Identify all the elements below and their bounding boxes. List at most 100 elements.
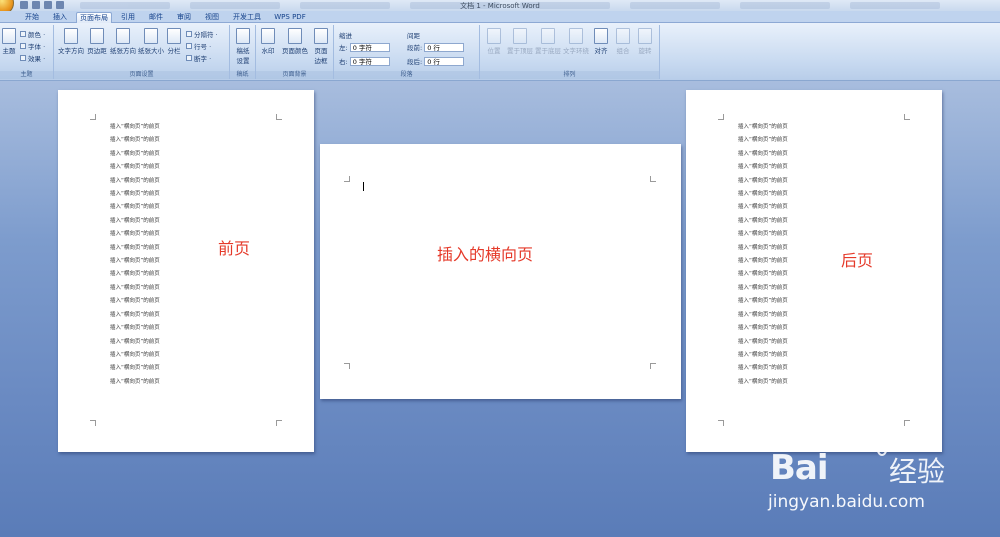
group-label-themes: 主题 (0, 71, 53, 79)
margin-corner-bl (344, 363, 350, 369)
align-button[interactable]: 对齐 (590, 28, 612, 55)
text-line: 插入“横向页”的前页 (110, 244, 160, 251)
indent-right-input[interactable]: 0 字符 (349, 56, 390, 66)
line-numbers-icon (186, 43, 192, 49)
page-after-annotation: 后页 (841, 251, 874, 270)
baidu-logo-text: Bai (770, 448, 829, 488)
draft-paper-icon (236, 28, 250, 44)
margins-button[interactable]: 页边距 (84, 28, 110, 55)
watermark-url: jingyan.baidu.com (768, 492, 925, 512)
text-line: 插入“横向页”的前页 (738, 244, 788, 251)
spacing-after-input[interactable]: 0 行 (424, 56, 465, 66)
bring-front-button[interactable]: 置于顶层 (506, 28, 534, 55)
spacing-after-label: 段后: (407, 58, 423, 66)
text-line: 插入“横向页”的前页 (738, 124, 788, 130)
margin-corner-tl (90, 114, 96, 120)
paper-size-icon (144, 28, 158, 44)
size-button[interactable]: 纸张大小 (136, 28, 166, 55)
send-back-button[interactable]: 置于底层 (534, 28, 562, 55)
jingyan-text: 经验 (889, 455, 946, 488)
group-label-arrange: 排列 (480, 71, 659, 79)
page-before[interactable]: 插入“横向页”的前页 插入“横向页”的前页 插入“横向页”的前页 插入“横向页”的前页… (58, 90, 314, 452)
columns-button[interactable]: 分栏 (164, 28, 184, 55)
tab-page-layout[interactable]: 页面布局 (76, 12, 112, 23)
tab-developer[interactable]: 开发工具 (230, 12, 264, 23)
breaks-button[interactable]: 分隔符 · (186, 29, 218, 39)
page-before-annotation: 前页 (218, 239, 251, 258)
text-line: 插入“横向页”的前页 (110, 325, 160, 332)
text-wrap-icon (569, 28, 583, 44)
text-line: 插入“横向页”的前页 (738, 284, 788, 291)
text-wrap-button[interactable]: 文字环绕 (562, 28, 590, 55)
indent-right-label: 右: (339, 58, 348, 66)
page-after[interactable]: 插入“横向页”的前页 插入“横向页”的前页 插入“横向页”的前页 插入“横向页”的前页… (686, 90, 942, 452)
page-borders-button[interactable]: 页面 边框 (309, 28, 333, 65)
text-line: 插入“横向页”的前页 (738, 177, 788, 184)
text-line: 插入“横向页”的前页 (738, 191, 788, 198)
paw-logo-icon (844, 430, 887, 456)
tab-home[interactable]: 开始 (22, 12, 42, 23)
tab-view[interactable]: 视图 (202, 12, 222, 23)
page-after-text: 插入“横向页”的前页 插入“横向页”的前页 插入“横向页”的前页 插入“横向页”的前页… (738, 121, 788, 389)
text-line: 插入“横向页”的前页 (110, 298, 160, 305)
indent-right-field: 右: 0 字符 (339, 56, 390, 66)
text-line: 插入“横向页”的前页 (110, 217, 160, 224)
indent-left-input[interactable]: 0 字符 (349, 42, 390, 52)
columns-icon (167, 28, 181, 44)
text-line: 插入“横向页”的前页 (738, 378, 788, 385)
themes-icon (2, 28, 16, 44)
theme-fonts-button[interactable]: 字体 · (20, 41, 45, 51)
ribbon: 主题 颜色 · 字体 · 效果 · 主题 文字方向 页边距 纸张方向 纸张大小 … (0, 23, 1000, 81)
text-line: 插入“横向页”的前页 (738, 204, 788, 211)
theme-effects-button[interactable]: 效果 · (20, 53, 45, 63)
margin-corner-tr (650, 176, 656, 182)
spacing-before-input[interactable]: 0 行 (424, 42, 465, 52)
text-line: 插入“横向页”的前页 (110, 191, 160, 198)
page-before-text: 插入“横向页”的前页 插入“横向页”的前页 插入“横向页”的前页 插入“横向页”的前页… (110, 121, 160, 389)
group-page-setup: 文字方向 页边距 纸张方向 纸张大小 分栏 分隔符 · 行号 · 断字 · 页面… (54, 25, 230, 79)
align-icon (594, 28, 608, 44)
text-line: 插入“横向页”的前页 (110, 150, 160, 157)
page-landscape[interactable]: 插入的横向页 (320, 144, 681, 399)
page-color-button[interactable]: 页面颜色 (280, 28, 310, 55)
orientation-button[interactable]: 纸张方向 (108, 28, 138, 55)
position-button[interactable]: 位置 (482, 28, 506, 55)
fonts-icon (20, 43, 26, 49)
text-line: 插入“横向页”的前页 (110, 164, 160, 171)
text-line: 插入“横向页”的前页 (738, 258, 788, 265)
tab-wps-pdf[interactable]: WPS PDF (272, 12, 308, 23)
tab-references[interactable]: 引用 (118, 12, 138, 23)
tab-insert[interactable]: 插入 (50, 12, 70, 23)
text-line: 插入“横向页”的前页 (738, 150, 788, 157)
document-workspace[interactable]: 插入“横向页”的前页 插入“横向页”的前页 插入“横向页”的前页 插入“横向页”的前页… (0, 81, 1000, 537)
group-icon (616, 28, 630, 44)
text-cursor (363, 182, 364, 191)
page-landscape-annotation: 插入的横向页 (437, 245, 534, 264)
tab-review[interactable]: 审阅 (174, 12, 194, 23)
text-line: 插入“横向页”的前页 (738, 351, 788, 358)
page-borders-icon (314, 28, 328, 44)
text-direction-button[interactable]: 文字方向 (56, 28, 86, 55)
text-line: 插入“横向页”的前页 (110, 338, 160, 345)
rotate-button[interactable]: 旋转 (634, 28, 656, 55)
group-objects-button[interactable]: 组合 (612, 28, 634, 55)
draft-setup-button[interactable]: 稿纸 设置 (230, 28, 256, 65)
group-themes: 主题 颜色 · 字体 · 效果 · 主题 (0, 25, 54, 79)
rotate-icon (638, 28, 652, 44)
text-line: 插入“横向页”的前页 (738, 164, 788, 171)
text-line: 插入“横向页”的前页 (110, 378, 160, 385)
text-line: 插入“横向页”的前页 (738, 271, 788, 278)
group-label-draft: 稿纸 (230, 71, 255, 79)
spacing-before-field: 段前: 0 行 (407, 42, 465, 52)
watermark-button[interactable]: 水印 (256, 28, 280, 55)
tab-mailings[interactable]: 邮件 (146, 12, 166, 23)
theme-colors-button[interactable]: 颜色 · (20, 29, 45, 39)
line-numbers-button[interactable]: 行号 · (186, 41, 211, 51)
themes-button[interactable]: 主题 (0, 28, 18, 55)
effects-icon (20, 55, 26, 61)
hyphenation-button[interactable]: 断字 · (186, 53, 211, 63)
text-line: 插入“横向页”的前页 (110, 351, 160, 358)
group-draft: 稿纸 设置 稿纸 (230, 25, 256, 79)
colors-icon (20, 31, 26, 37)
text-line: 插入“横向页”的前页 (110, 258, 160, 265)
